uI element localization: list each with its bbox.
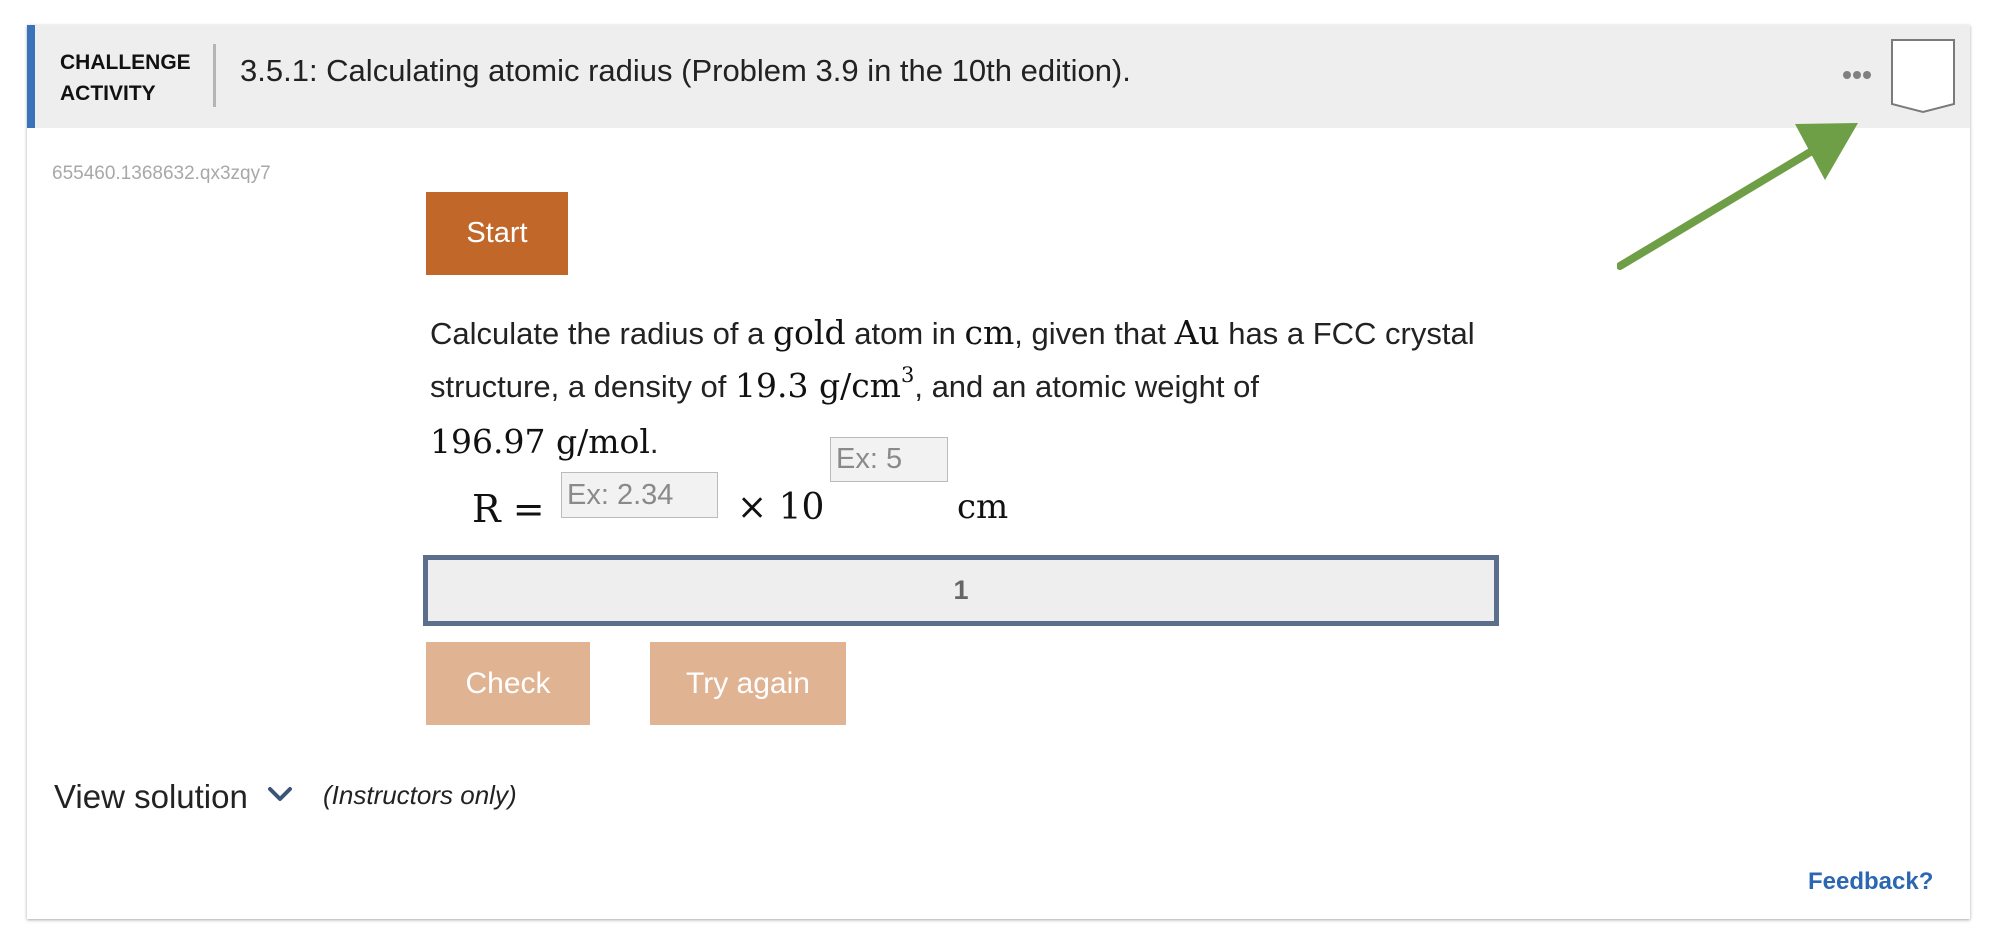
question-text-3: , given that — [1014, 316, 1175, 351]
activity-type-label: CHALLENGE ACTIVITY — [60, 47, 200, 109]
activity-title: 3.5.1: Calculating atomic radius (Proble… — [240, 53, 1131, 88]
math-gold: gold — [772, 313, 846, 352]
chevron-down-icon[interactable] — [267, 785, 293, 803]
activity-id: 655460.1368632.qx3zqy7 — [52, 163, 271, 184]
times-ten-label: × 10 — [737, 487, 825, 528]
question-text-5: , and an atomic weight of — [914, 369, 1259, 404]
start-button[interactable]: Start — [426, 192, 568, 275]
exponent-input[interactable] — [830, 437, 948, 482]
mantissa-input[interactable] — [561, 472, 718, 518]
progress-bar: 1 — [423, 555, 1499, 626]
math-au: Au — [1174, 313, 1220, 352]
question-text-1: Calculate the radius of a — [430, 316, 773, 351]
math-density: 19.3 g/cm — [734, 366, 901, 405]
question-text: Calculate the radius of a gold atom in c… — [430, 307, 1490, 469]
question-text-6: . — [649, 425, 659, 460]
view-solution-label: View solution — [54, 778, 248, 815]
math-atomic-weight: 196.97 g/mol — [430, 422, 650, 461]
instructors-only-note: (Instructors only) — [323, 780, 517, 810]
challenge-activity-card: CHALLENGE ACTIVITY 3.5.1: Calculating at… — [27, 25, 1970, 919]
activity-type-line2: ACTIVITY — [60, 82, 156, 105]
math-density-exponent: 3 — [900, 363, 915, 387]
check-button[interactable]: Check — [426, 642, 590, 725]
more-horizontal-icon[interactable] — [1835, 63, 1879, 87]
progress-step-1[interactable]: 1 — [953, 575, 968, 606]
answer-unit: cm — [957, 487, 1009, 527]
try-again-button[interactable]: Try again — [650, 642, 846, 725]
question-text-2: atom in — [845, 316, 965, 351]
bookmark-icon[interactable] — [1890, 38, 1958, 114]
activity-type-line1: CHALLENGE — [60, 51, 191, 74]
header-divider — [213, 44, 216, 107]
feedback-link[interactable]: Feedback? — [1808, 868, 1933, 896]
arrow-icon — [1617, 123, 1858, 270]
math-cm: cm — [964, 313, 1015, 352]
answer-variable: R = — [472, 487, 545, 531]
